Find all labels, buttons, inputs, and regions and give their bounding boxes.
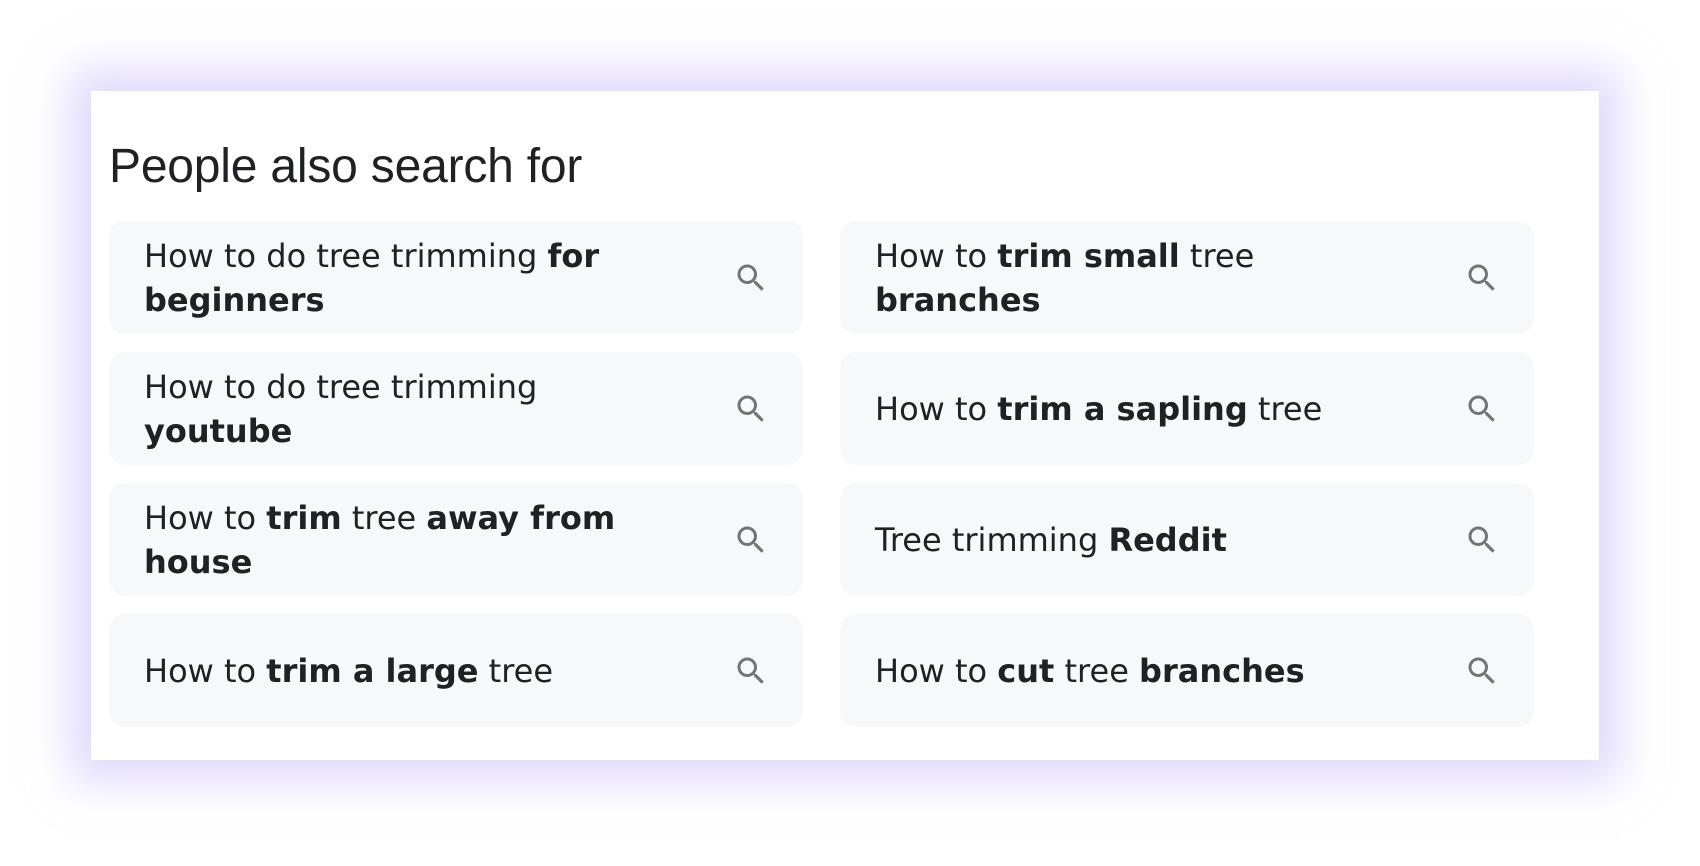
suggestion-text-regular: How to [144, 498, 267, 537]
suggestion-text: How to cut tree branches [875, 649, 1395, 693]
search-icon [733, 391, 769, 427]
suggestion-chip[interactable]: How to trim small tree branches [840, 221, 1534, 334]
suggestion-text-regular: tree [478, 651, 554, 690]
search-icon [733, 260, 769, 296]
search-icon [1464, 522, 1500, 558]
suggestion-text: How to trim a sapling tree [875, 387, 1395, 431]
suggestion-text-regular: How to do tree trimming [144, 367, 538, 406]
suggestion-chip[interactable]: Tree trimming Reddit [840, 483, 1534, 596]
suggestion-text-bold: youtube [144, 411, 293, 450]
search-icon [1464, 653, 1500, 689]
suggestion-text: How to trim tree away from house [144, 496, 664, 584]
suggestion-chip[interactable]: How to do tree trimming youtube [109, 352, 803, 465]
search-icon [1464, 391, 1500, 427]
suggestion-text-regular: How to do tree trimming [144, 236, 548, 275]
suggestion-text-bold: Reddit [1108, 520, 1227, 559]
panel-title: People also search for [109, 140, 583, 193]
suggestion-text-bold: trim small [997, 236, 1180, 275]
search-icon [1464, 260, 1500, 296]
suggestion-text: How to trim small tree branches [875, 234, 1395, 322]
suggestion-text-bold: cut [997, 651, 1055, 690]
suggestion-text-regular: tree [1247, 389, 1323, 428]
page: People also search for How to do tree tr… [0, 0, 1700, 866]
suggestion-text-regular: tree [341, 498, 427, 537]
suggestion-chip[interactable]: How to do tree trimming for beginners [109, 221, 803, 334]
suggestion-text-regular: Tree trimming [875, 520, 1109, 559]
suggestion-text-regular: How to [875, 236, 998, 275]
suggestion-text: How to trim a large tree [144, 649, 664, 693]
suggestion-text-regular: tree [1054, 651, 1140, 690]
suggestion-text-bold: trim a large [266, 651, 479, 690]
suggestion-text: How to do tree trimming for beginners [144, 234, 664, 322]
suggestion-chip[interactable]: How to cut tree branches [840, 614, 1534, 727]
suggestion-text-bold: trim a sapling [997, 389, 1248, 428]
suggestion-text-regular: How to [144, 651, 267, 690]
search-icon [733, 653, 769, 689]
suggestion-grid: How to do tree trimming for beginners How… [109, 221, 1534, 727]
suggestion-chip[interactable]: How to trim a sapling tree [840, 352, 1534, 465]
suggestion-text-bold: branches [875, 280, 1041, 319]
suggestion-text: Tree trimming Reddit [875, 518, 1395, 562]
search-icon [733, 522, 769, 558]
people-also-search-panel: People also search for How to do tree tr… [91, 91, 1599, 760]
suggestion-text-bold: branches [1139, 651, 1305, 690]
suggestion-text-regular: How to [875, 389, 998, 428]
suggestion-chip[interactable]: How to trim a large tree [109, 614, 803, 727]
suggestion-text-regular: How to [875, 651, 998, 690]
suggestion-text-bold: trim [266, 498, 342, 537]
suggestion-text-regular: tree [1179, 236, 1255, 275]
suggestion-text: How to do tree trimming youtube [144, 365, 664, 453]
suggestion-chip[interactable]: How to trim tree away from house [109, 483, 803, 596]
